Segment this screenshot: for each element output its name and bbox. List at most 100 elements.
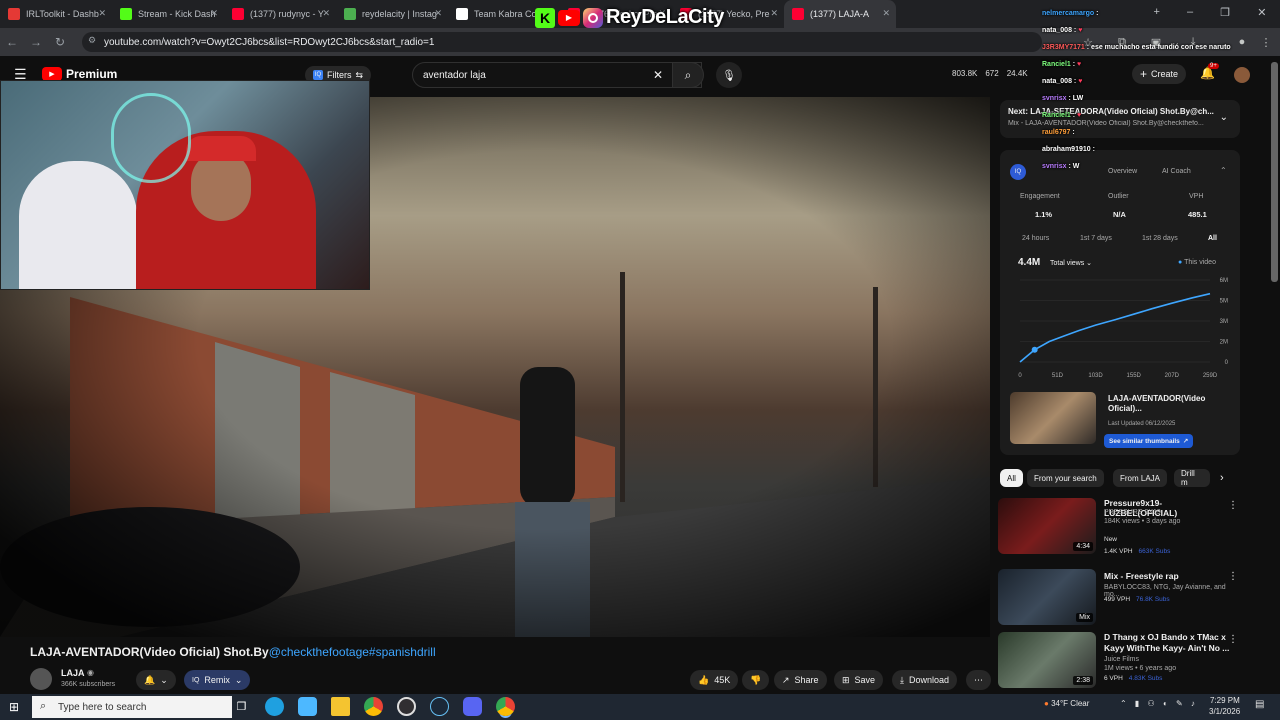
more-dots-icon[interactable]: ⋮ xyxy=(1228,571,1238,582)
youtube-logo[interactable]: ▶ Premium xyxy=(42,67,117,81)
tab-overview[interactable]: Overview xyxy=(1108,168,1137,175)
range-all[interactable]: All xyxy=(1208,235,1217,242)
share-button[interactable]: ↗ Share xyxy=(774,670,827,690)
see-similar-button[interactable]: See similar thumbnails ↗ xyxy=(1104,434,1194,448)
webcam-overlay xyxy=(0,80,370,290)
remix-button[interactable]: IQ Remix ⌄ xyxy=(184,670,251,690)
chat-message: svnrisx : LW xyxy=(1042,95,1083,102)
channel-name[interactable]: LAJA xyxy=(61,668,85,678)
range-7d[interactable]: 1st 7 days xyxy=(1080,235,1112,242)
browser-tab[interactable]: reydelacity | Instag ✕ xyxy=(336,0,448,28)
subscribe-bell-button[interactable]: 🔔 ⌄ xyxy=(136,670,176,690)
vidiq-panel: IQ Overview AI Coach ⌃ Engagement 1.1% O… xyxy=(1000,150,1240,455)
chrome-icon[interactable] xyxy=(364,697,383,716)
create-button[interactable]: + Create xyxy=(1132,64,1187,84)
clock-time[interactable]: 7:29 PM xyxy=(1210,696,1240,705)
new-tab-button[interactable]: + xyxy=(1154,6,1160,19)
list-item[interactable]: Mix Mix - Freestyle rap BABYLOCC83, NTG,… xyxy=(998,569,1244,631)
browser-tab[interactable]: (1377) LAJA-A ✕ xyxy=(784,0,896,28)
avatar[interactable] xyxy=(1234,67,1250,83)
tab-close-icon[interactable]: ✕ xyxy=(322,8,330,19)
browser-tab[interactable]: Stream - Kick Dash ✕ xyxy=(112,0,224,28)
chip-from-search[interactable]: From your search xyxy=(1027,469,1104,487)
chart-y-tick: 6M xyxy=(1220,278,1228,284)
mic-icon: 🎙 xyxy=(722,69,736,82)
range-24h[interactable]: 24 hours xyxy=(1022,235,1049,242)
page-scrollbar[interactable] xyxy=(1271,62,1278,282)
browser-tab[interactable]: (1377) rudynyc - Y ✕ xyxy=(224,0,336,28)
file-explorer-icon[interactable] xyxy=(331,697,350,716)
site-info-icon[interactable]: ⚙ xyxy=(88,35,96,46)
tab-close-icon[interactable]: ✕ xyxy=(882,8,890,19)
forward-icon[interactable]: → xyxy=(24,30,48,54)
chevron-right-icon[interactable]: › xyxy=(1220,472,1224,484)
tab-ai-coach[interactable]: AI Coach xyxy=(1162,168,1191,175)
edge-icon[interactable] xyxy=(265,697,284,716)
browser-tab[interactable]: IRLToolkit - Dashb ✕ xyxy=(0,0,112,28)
chip-from-laja[interactable]: From LAJA xyxy=(1113,469,1168,487)
tab-title: IRLToolkit - Dashb xyxy=(26,9,99,19)
rec-views: 1M views • 6 years ago xyxy=(1104,665,1177,672)
reload-icon[interactable]: ↻ xyxy=(48,30,72,54)
tab-close-icon[interactable]: ✕ xyxy=(210,8,218,19)
chevron-down-icon[interactable]: ⌄ xyxy=(1220,112,1228,123)
discord-icon[interactable] xyxy=(463,697,482,716)
close-window-icon[interactable]: ✕ xyxy=(1257,6,1266,19)
next-up-card[interactable]: Next: LAJA-SETEADORA(Video Oficial) Shot… xyxy=(1000,100,1240,138)
plus-icon: + xyxy=(1140,67,1148,81)
list-item[interactable]: 2:38 D Thang x OJ Bando x TMac x Kayy Wi… xyxy=(998,632,1244,694)
duration-badge: 4:34 xyxy=(1073,542,1093,551)
tray-icons[interactable]: ⌃ ▮ ⚇ ◐ ✎ ♪ xyxy=(1120,699,1198,708)
task-view-icon[interactable]: ❐ xyxy=(232,697,251,716)
save-button[interactable]: ⊞ Save xyxy=(834,670,884,690)
windows-start-icon[interactable]: ⊞ xyxy=(9,700,19,714)
collapse-icon[interactable]: ⌃ xyxy=(1220,166,1227,175)
like-button[interactable]: 👍 45K xyxy=(690,670,739,690)
views-select[interactable]: Total views ⌄ xyxy=(1050,259,1092,267)
dislike-button[interactable]: 👎 xyxy=(742,670,770,690)
search-button[interactable]: ⌕ xyxy=(672,62,704,88)
steam-icon[interactable] xyxy=(430,697,449,716)
voice-search-button[interactable]: 🎙 xyxy=(716,62,742,88)
notifications-button[interactable]: 🔔 9+ xyxy=(1200,63,1219,80)
download-button[interactable]: ⤓ Download xyxy=(892,670,958,690)
back-icon[interactable]: ← xyxy=(0,30,24,54)
chevron-down-icon: ⌄ xyxy=(234,674,243,685)
more-dots-icon[interactable]: ⋮ xyxy=(1228,500,1238,511)
tab-close-icon[interactable]: ✕ xyxy=(770,8,778,19)
chrome-active-icon[interactable] xyxy=(496,697,515,716)
weather-widget[interactable]: ● 34°F Clear xyxy=(1044,699,1089,708)
notification-center-icon[interactable]: ▤ xyxy=(1255,699,1264,710)
obs-icon[interactable] xyxy=(397,697,416,716)
chat-message: Ranciel1 : ♥ xyxy=(1042,112,1081,119)
more-dots-icon[interactable]: ⋮ xyxy=(1228,634,1238,645)
menu-dots-icon[interactable]: ⋮ xyxy=(1256,32,1276,52)
similar-thumbnail[interactable] xyxy=(1010,392,1096,444)
list-item[interactable]: 4:34 Pressure9x19-LUZBEL(OFICIAL) PRESSU… xyxy=(998,498,1244,560)
clear-search-icon[interactable]: ✕ xyxy=(653,68,663,82)
tab-close-icon[interactable]: ✕ xyxy=(98,8,106,19)
chip-drill[interactable]: Drill m xyxy=(1174,469,1210,487)
last-updated: Last Updated 06/12/2025 xyxy=(1108,421,1176,427)
search-input[interactable]: aventador laja ✕ xyxy=(412,62,702,88)
url-text: youtube.com/watch?v=Owyt2CJ6bcs&list=RDO… xyxy=(104,36,435,48)
minimize-icon[interactable]: – xyxy=(1187,6,1193,19)
tab-close-icon[interactable]: ✕ xyxy=(434,8,442,19)
tab-title: (1377) LAJA-A xyxy=(810,9,870,19)
vidiq-icon: IQ xyxy=(313,70,323,80)
profile-icon[interactable]: ● xyxy=(1232,32,1252,52)
filters-label: Filters xyxy=(327,70,352,80)
more-actions-button[interactable]: ⋯ xyxy=(966,670,991,690)
chat-username: raul6797 xyxy=(1042,129,1071,136)
range-28d[interactable]: 1st 28 days xyxy=(1142,235,1178,242)
chip-all[interactable]: All xyxy=(1000,469,1023,487)
channel-avatar[interactable] xyxy=(30,668,52,690)
taskbar-search-input[interactable]: ⌕ Type here to search xyxy=(32,696,232,718)
clock-date[interactable]: 3/1/2026 xyxy=(1209,707,1240,716)
video-title-tags[interactable]: @checkthefootage#spanishdrill xyxy=(269,645,436,659)
next-up-subtitle: Mix - LAJA-AVENTADOR(Video Oficial) Shot… xyxy=(1008,120,1204,127)
chat-message: Ranciel1 : ♥ xyxy=(1042,61,1081,68)
photos-icon[interactable] xyxy=(298,697,317,716)
maximize-icon[interactable]: ❐ xyxy=(1220,6,1230,19)
url-field[interactable]: ⚙ youtube.com/watch?v=Owyt2CJ6bcs&list=R… xyxy=(82,32,1042,52)
